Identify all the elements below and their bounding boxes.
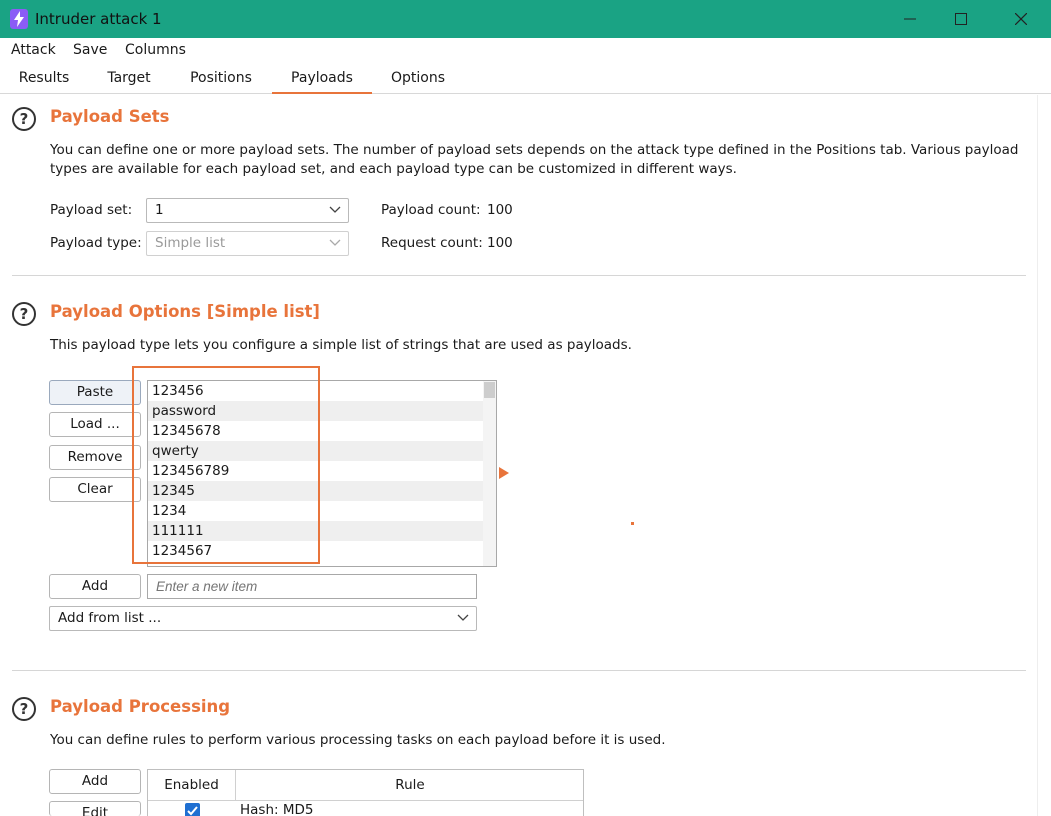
add-from-list-select[interactable]: Add from list ... [49, 606, 477, 631]
help-icon[interactable]: ? [12, 302, 36, 326]
maximize-button[interactable] [947, 5, 975, 33]
payload-set-select[interactable]: 1 [146, 198, 349, 223]
paste-button[interactable]: Paste [49, 380, 141, 405]
window-title: Intruder attack 1 [35, 10, 162, 28]
menu-bar: Attack Save Columns [0, 38, 1051, 64]
menu-attack[interactable]: Attack [11, 42, 56, 58]
close-button[interactable] [1007, 5, 1035, 33]
tab-positions[interactable]: Positions [178, 64, 264, 94]
payload-sets-description-2: types are available for each payload set… [50, 161, 737, 177]
clear-button[interactable]: Clear [49, 477, 141, 502]
payload-sets-description-1: You can define one or more payload sets.… [50, 142, 1019, 158]
remove-button[interactable]: Remove [49, 445, 141, 470]
maximize-icon [955, 13, 967, 25]
payload-set-label: Payload set: [50, 202, 133, 218]
new-item-input[interactable] [147, 574, 477, 599]
payload-sets-title: Payload Sets [50, 107, 170, 126]
tab-payloads[interactable]: Payloads [272, 64, 372, 94]
processing-rules-table: Enabled Rule Hash: MD5 [147, 769, 584, 816]
help-icon[interactable]: ? [12, 107, 36, 131]
request-count-label: Request count: [381, 235, 483, 251]
section-divider [12, 275, 1026, 276]
help-icon[interactable]: ? [12, 697, 36, 721]
highlight-annotation [132, 366, 320, 564]
payload-type-select[interactable]: Simple list [146, 231, 349, 256]
add-rule-button[interactable]: Add [49, 769, 141, 794]
chevron-down-icon [329, 239, 341, 246]
load-button[interactable]: Load ... [49, 412, 141, 437]
dot-marker [631, 522, 634, 525]
column-header-enabled[interactable]: Enabled [148, 770, 236, 801]
chevron-down-icon [457, 614, 469, 621]
title-bar: Intruder attack 1 [0, 0, 1051, 38]
tab-results[interactable]: Results [8, 64, 80, 94]
minimize-button[interactable] [896, 5, 924, 33]
payload-type-label: Payload type: [50, 235, 142, 251]
rule-enabled-checkbox[interactable] [185, 803, 200, 816]
window-scrollbar[interactable] [1037, 95, 1051, 816]
request-count-value: 100 [487, 235, 513, 251]
checkmark-icon [187, 806, 198, 816]
payload-processing-description: You can define rules to perform various … [50, 732, 666, 748]
chevron-down-icon [329, 206, 341, 213]
payload-count-label: Payload count: [381, 202, 481, 218]
payload-options-title: Payload Options [Simple list] [50, 302, 320, 321]
payload-count-value: 100 [487, 202, 513, 218]
add-from-list-value: Add from list ... [58, 610, 162, 626]
payload-options-description: This payload type lets you configure a s… [50, 337, 632, 353]
arrow-marker-icon [499, 467, 509, 479]
list-scrollbar[interactable] [483, 381, 496, 566]
section-divider [12, 670, 1026, 671]
payload-processing-title: Payload Processing [50, 697, 231, 716]
add-item-button[interactable]: Add [49, 574, 141, 599]
edit-rule-button[interactable]: Edit [49, 801, 141, 816]
tab-bar: Results Target Positions Payloads Option… [0, 64, 1051, 94]
menu-columns[interactable]: Columns [125, 42, 186, 58]
burp-app-icon [10, 9, 28, 29]
close-icon [1015, 13, 1027, 25]
scrollbar-thumb[interactable] [484, 382, 495, 398]
tab-target[interactable]: Target [92, 64, 166, 94]
rule-cell[interactable]: Hash: MD5 [240, 802, 314, 816]
menu-save[interactable]: Save [73, 42, 107, 58]
minimize-icon [904, 18, 916, 20]
column-header-rule[interactable]: Rule [236, 770, 583, 801]
payload-set-value: 1 [155, 202, 164, 218]
payload-type-value: Simple list [155, 235, 226, 251]
tab-options[interactable]: Options [382, 64, 454, 94]
